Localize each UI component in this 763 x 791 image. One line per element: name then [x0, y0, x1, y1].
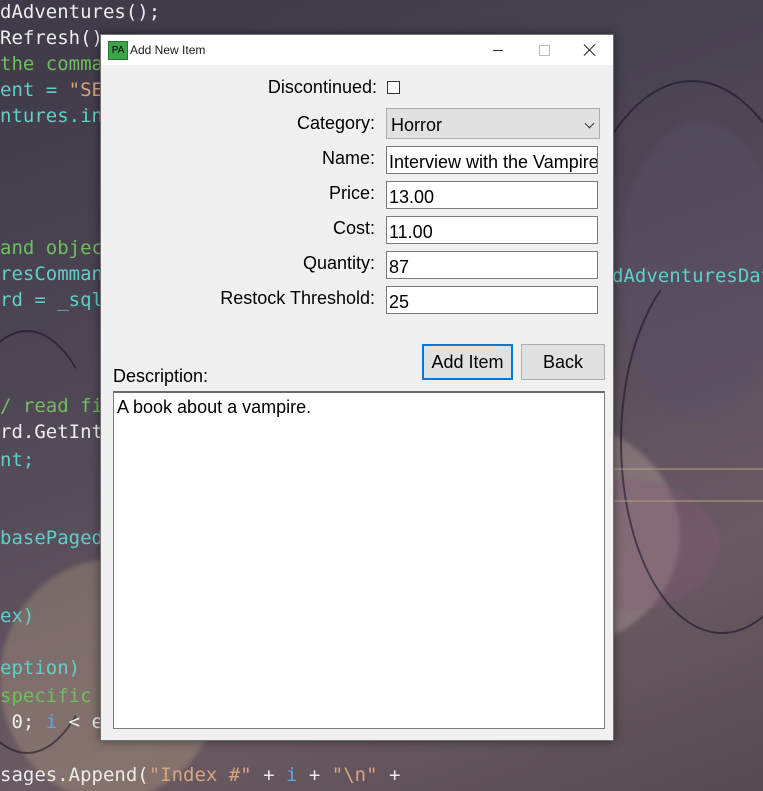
- restock-threshold-field[interactable]: 25: [386, 286, 598, 314]
- close-icon: [584, 44, 596, 56]
- background-code-fragment: dAdventuresDat: [612, 265, 763, 287]
- restock-threshold-label: Restock Threshold:: [220, 288, 375, 308]
- code-line: rd = _sql: [0, 289, 103, 311]
- code-line: eption): [0, 657, 80, 679]
- code-token: +: [377, 764, 401, 786]
- code-token: "Index #": [148, 764, 252, 786]
- code-token: dAdventures();: [0, 1, 161, 23]
- cost-field[interactable]: 11.00: [386, 216, 598, 244]
- maximize-icon: [538, 44, 550, 56]
- add-item-dialog: PA Add New Item Discontinued: Category: …: [100, 34, 614, 741]
- code-token: specific: [0, 685, 92, 707]
- window-title: Add New Item: [130, 43, 206, 57]
- code-line: nt;: [0, 449, 34, 471]
- name-label: Name:: [321, 148, 375, 168]
- code-token: / read fi: [0, 395, 103, 417]
- code-line: dAdventures();: [0, 1, 160, 23]
- price-label: Price:: [328, 183, 375, 203]
- minimize-button[interactable]: [475, 35, 521, 65]
- app-icon: PA: [108, 41, 128, 60]
- quantity-label: Quantity:: [302, 253, 375, 273]
- description-textarea[interactable]: A book about a vampire.: [113, 391, 605, 729]
- code-token: i: [45, 711, 58, 733]
- minimize-icon: [493, 49, 503, 51]
- code-token: sages.Append(: [0, 764, 149, 786]
- name-field[interactable]: Interview with the Vampire: [386, 146, 598, 174]
- code-token: eption): [0, 657, 81, 679]
- code-token: ntures.in: [0, 105, 103, 127]
- code-token: "\n": [331, 764, 378, 786]
- background-art-line: [613, 468, 763, 470]
- category-selected-value: Horror: [391, 115, 443, 135]
- maximize-button[interactable]: [521, 35, 567, 65]
- code-token: and objec: [0, 237, 103, 259]
- code-line: ntures.in: [0, 105, 103, 127]
- back-button[interactable]: Back: [521, 344, 605, 380]
- code-token: "SE: [68, 79, 103, 101]
- title-bar[interactable]: PA Add New Item: [101, 35, 613, 65]
- code-line: Refresh(): [0, 27, 103, 49]
- code-token: < e: [57, 711, 103, 733]
- category-label: Category:: [296, 113, 375, 133]
- cost-label: Cost:: [332, 218, 375, 238]
- code-token: 0;: [0, 711, 46, 733]
- code-token: i: [286, 764, 298, 786]
- code-token: ex): [0, 605, 35, 627]
- background-art-line: [613, 500, 763, 502]
- code-token: +: [251, 764, 286, 786]
- code-token: the comma: [0, 53, 103, 75]
- close-button[interactable]: [567, 35, 613, 65]
- price-field[interactable]: 13.00: [386, 181, 598, 209]
- code-token: rd = _sql: [0, 289, 103, 311]
- code-token: basePaged: [0, 527, 103, 549]
- code-line: and objec: [0, 237, 103, 259]
- code-token: rd.GetInt: [0, 421, 103, 443]
- code-line: rd.GetInt: [0, 421, 103, 443]
- add-item-button[interactable]: Add Item: [422, 344, 513, 380]
- code-token: nt;: [0, 449, 35, 471]
- code-line: the comma: [0, 53, 103, 75]
- category-select[interactable]: Horror: [386, 108, 600, 139]
- code-line: specific: [0, 685, 92, 707]
- description-label: Description:: [113, 366, 209, 386]
- code-line: sages.Append("Index #" + i + "\n" +: [0, 764, 400, 786]
- code-line: basePaged: [0, 527, 103, 549]
- code-token: +: [297, 764, 332, 786]
- code-line: ent = "SE: [0, 79, 103, 101]
- code-line: / read fi: [0, 395, 103, 417]
- quantity-field[interactable]: 87: [386, 251, 598, 279]
- code-token: ent =: [0, 79, 69, 101]
- code-token: resComman: [0, 263, 103, 285]
- discontinued-label: Discontinued:: [267, 77, 377, 97]
- discontinued-checkbox[interactable]: [387, 81, 400, 94]
- code-line: 0; i < e: [0, 711, 103, 733]
- code-token: Refresh(): [0, 27, 103, 49]
- chevron-down-icon: [584, 118, 595, 129]
- code-line: resComman: [0, 263, 103, 285]
- code-line: ex): [0, 605, 34, 627]
